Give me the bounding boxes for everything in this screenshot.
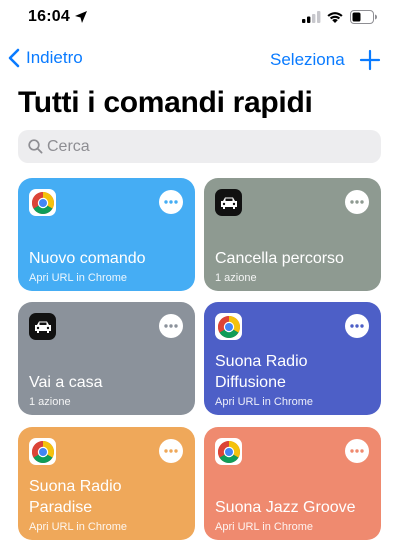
car-icon	[215, 189, 242, 216]
shortcut-card-suona-radio-diffusione[interactable]: Suona Radio Diffusione Apri URL in Chrom…	[204, 302, 381, 415]
shortcut-card-nuovo-comando[interactable]: Nuovo comando Apri URL in Chrome	[18, 178, 195, 291]
more-options-icon[interactable]	[159, 314, 183, 338]
battery-icon	[350, 10, 377, 24]
shortcut-card-cancella-percorso[interactable]: Cancella percorso 1 azione	[204, 178, 381, 291]
chrome-icon	[215, 438, 242, 465]
add-icon[interactable]	[358, 48, 382, 72]
back-button-label: Indietro	[26, 48, 83, 67]
back-button[interactable]: Indietro	[8, 48, 83, 68]
location-arrow-icon	[75, 11, 87, 23]
shortcut-subtitle: 1 azione	[29, 396, 71, 408]
more-options-icon[interactable]	[345, 190, 369, 214]
navigation-bar: Indietro Seleziona	[0, 44, 400, 76]
status-bar: 16:04	[0, 0, 400, 34]
chrome-icon	[29, 189, 56, 216]
chrome-icon	[215, 313, 242, 340]
shortcut-subtitle: Apri URL in Chrome	[215, 521, 314, 533]
wifi-icon	[327, 12, 343, 23]
more-options-icon[interactable]	[345, 314, 369, 338]
search-icon	[28, 139, 43, 154]
shortcut-subtitle: 1 azione	[215, 272, 257, 284]
search-bar[interactable]	[18, 130, 381, 163]
car-icon	[29, 313, 56, 340]
shortcut-card-suona-radio-paradise[interactable]: Suona Radio Paradise Apri URL in Chrome	[18, 427, 195, 540]
shortcut-title: Nuovo comando	[29, 250, 146, 267]
shortcut-card-suona-jazz-groove[interactable]: Suona Jazz Groove Apri URL in Chrome	[204, 427, 381, 540]
shortcut-subtitle: Apri URL in Chrome	[29, 521, 128, 533]
shortcut-subtitle: Apri URL in Chrome	[29, 272, 128, 284]
chevron-left-icon	[8, 48, 20, 68]
shortcut-title: Suona Jazz Groove	[215, 499, 356, 516]
shortcut-subtitle: Apri URL in Chrome	[215, 396, 314, 408]
shortcut-title: Vai a casa	[29, 374, 103, 391]
search-input[interactable]	[47, 130, 367, 163]
chrome-icon	[29, 438, 56, 465]
shortcut-title: Suona Radio Diffusione	[215, 353, 308, 391]
more-options-icon[interactable]	[159, 190, 183, 214]
page-title: Tutti i comandi rapidi	[18, 86, 313, 119]
shortcut-title: Suona Radio Paradise	[29, 478, 122, 516]
select-button[interactable]: Seleziona	[270, 50, 345, 70]
more-options-icon[interactable]	[345, 439, 369, 463]
shortcut-card-vai-a-casa[interactable]: Vai a casa 1 azione	[18, 302, 195, 415]
shortcut-title: Cancella percorso	[215, 250, 344, 267]
status-time: 16:04	[28, 8, 70, 25]
more-options-icon[interactable]	[159, 439, 183, 463]
cellular-signal-icon	[302, 11, 321, 23]
